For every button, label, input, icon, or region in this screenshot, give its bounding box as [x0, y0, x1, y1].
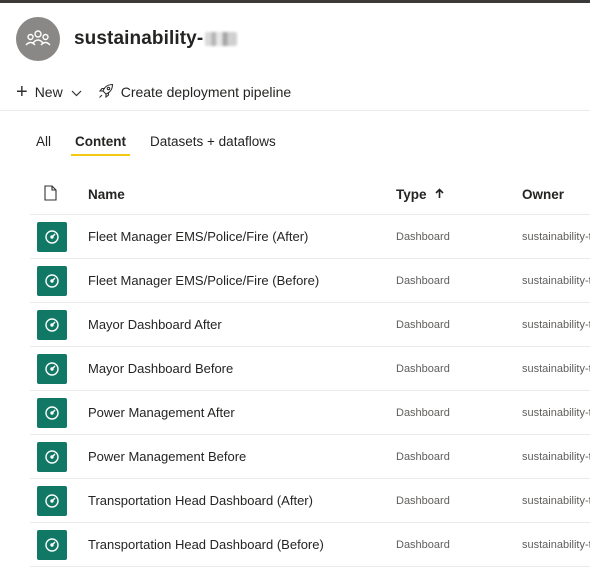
row-type: Dashboard [396, 362, 450, 375]
row-name[interactable]: Fleet Manager EMS/Police/Fire (Before) [88, 273, 396, 288]
arrow-up-icon [434, 186, 444, 202]
content-table: Name Type Owner Fleet Manager EMS/Police… [30, 174, 590, 567]
name-column-header[interactable]: Name [88, 187, 396, 202]
table-header: Name Type Owner [30, 174, 590, 215]
dashboard-gauge-icon [37, 221, 67, 252]
row-icon-cell [30, 529, 88, 560]
tab-content[interactable]: Content [71, 128, 131, 156]
row-name[interactable]: Mayor Dashboard After [88, 317, 396, 332]
row-type: Dashboard [396, 318, 450, 331]
workspace-header: sustainability- [16, 16, 238, 62]
row-name[interactable]: Mayor Dashboard Before [88, 361, 396, 376]
tab-datasets-dataflows[interactable]: Datasets + dataflows [150, 128, 276, 154]
row-icon-cell [30, 485, 88, 516]
table-row[interactable]: Power Management After Dashboard sustainab… [30, 391, 590, 435]
row-owner: sustainability-t [522, 406, 590, 419]
row-name[interactable]: Power Management After [88, 405, 396, 420]
dashboard-gauge-icon [37, 397, 67, 428]
dashboard-gauge-icon [37, 485, 67, 516]
workspace-avatar-icon [16, 17, 60, 61]
row-icon-cell [30, 221, 88, 252]
top-bar [0, 0, 590, 3]
row-icon-cell [30, 397, 88, 428]
row-owner: sustainability-t [522, 362, 590, 375]
workspace-title-text: sustainability- [74, 28, 204, 49]
new-button-label: New [34, 84, 63, 100]
row-owner: sustainability-t [522, 494, 590, 507]
table-row[interactable]: Mayor Dashboard Before Dashboard sustainab… [30, 347, 590, 391]
row-type: Dashboard [396, 450, 450, 463]
toolbar-divider [0, 110, 590, 111]
rocket-icon [98, 83, 114, 102]
create-deployment-pipeline-button[interactable]: Create deployment pipeline [98, 83, 291, 102]
row-name[interactable]: Transportation Head Dashboard (After) [88, 493, 396, 508]
row-type: Dashboard [396, 406, 450, 419]
plus-icon: + [16, 81, 28, 103]
redacted-text [205, 32, 238, 46]
row-type: Dashboard [396, 274, 450, 287]
owner-column-header[interactable]: Owner [522, 187, 590, 202]
file-type-column-header [30, 184, 88, 204]
row-name[interactable]: Fleet Manager EMS/Police/Fire (After) [88, 229, 396, 244]
content-tabs: All Content Datasets + dataflows [36, 128, 296, 156]
type-column-header[interactable]: Type [396, 186, 522, 202]
table-row[interactable]: Mayor Dashboard After Dashboard sustainabi… [30, 303, 590, 347]
row-icon-cell [30, 441, 88, 472]
document-icon [44, 184, 57, 204]
row-type: Dashboard [396, 230, 450, 243]
create-deployment-pipeline-label: Create deployment pipeline [120, 84, 292, 100]
row-type: Dashboard [396, 494, 450, 507]
row-owner: sustainability-t [522, 230, 590, 243]
new-button[interactable]: + New [16, 82, 82, 102]
toolbar: + New Create deployment pipeline [16, 80, 291, 104]
row-icon-cell [30, 265, 88, 296]
row-icon-cell [30, 353, 88, 384]
table-row[interactable]: Fleet Manager EMS/Police/Fire (After) Das… [30, 215, 590, 259]
dashboard-gauge-icon [37, 265, 67, 296]
row-type: Dashboard [396, 538, 450, 551]
row-owner: sustainability-t [522, 274, 590, 287]
table-row[interactable]: Transportation Head Dashboard (After) Das… [30, 479, 590, 523]
row-owner: sustainability-t [522, 450, 590, 463]
row-icon-cell [30, 309, 88, 340]
row-owner: sustainability-t [522, 318, 590, 331]
table-row[interactable]: Fleet Manager EMS/Police/Fire (Before) Da… [30, 259, 590, 303]
workspace-title: sustainability- [74, 28, 238, 50]
table-row[interactable]: Transportation Head Dashboard (Before) Da… [30, 523, 590, 567]
row-owner: sustainability-t [522, 538, 590, 551]
tab-all[interactable]: All [36, 128, 51, 154]
row-name[interactable]: Transportation Head Dashboard (Before) [88, 537, 396, 552]
dashboard-gauge-icon [37, 309, 67, 340]
dashboard-gauge-icon [37, 529, 67, 560]
chevron-down-icon [71, 84, 82, 100]
type-column-header-label: Type [396, 186, 427, 202]
table-row[interactable]: Power Management Before Dashboard sustaina… [30, 435, 590, 479]
dashboard-gauge-icon [37, 441, 67, 472]
dashboard-gauge-icon [37, 353, 67, 384]
row-name[interactable]: Power Management Before [88, 449, 396, 464]
